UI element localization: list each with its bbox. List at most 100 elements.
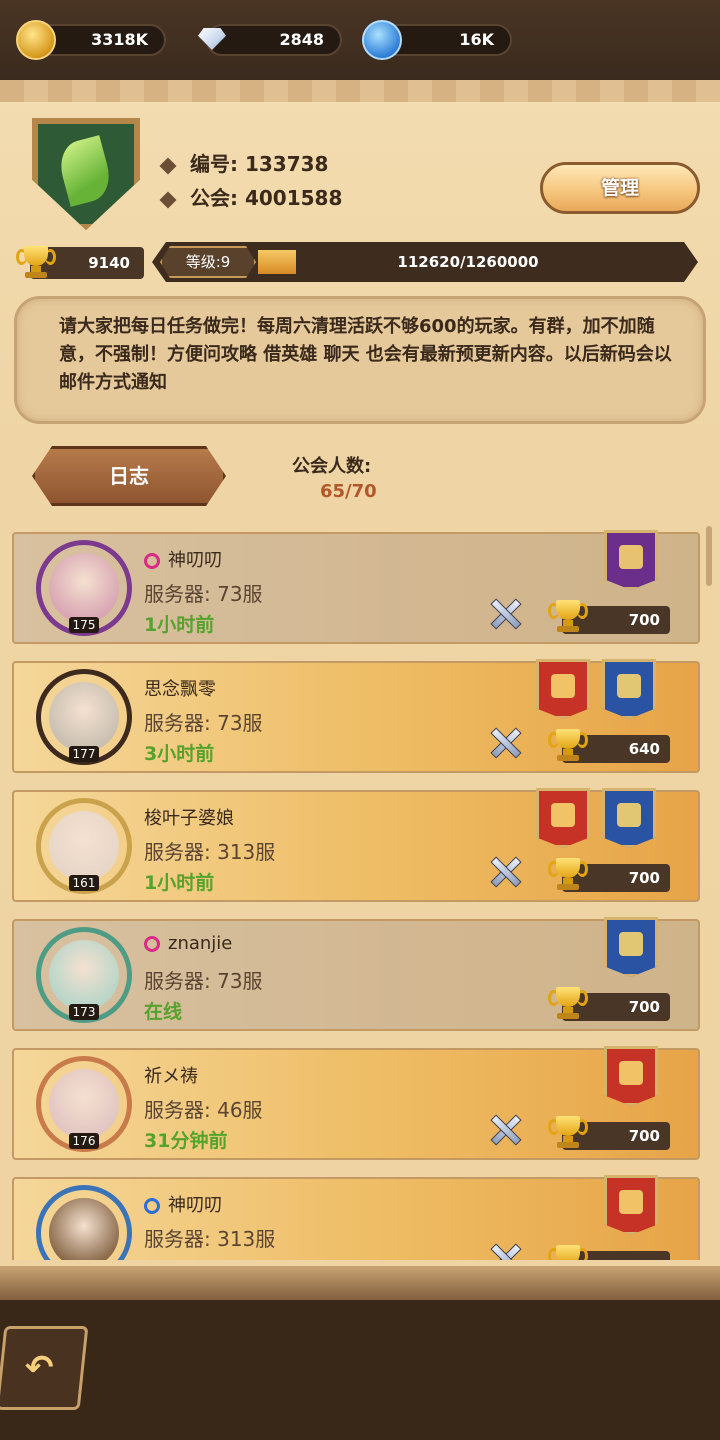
member-avatar[interactable]: 175: [36, 540, 132, 636]
top-resource-bar: 3318K 2848 16K: [0, 0, 720, 80]
member-avatar[interactable]: 161: [36, 798, 132, 894]
guild-level-tag: 等级:9: [160, 246, 256, 278]
trophy-icon: [548, 1116, 588, 1150]
guild-exp-text: 112620/1260000: [397, 253, 539, 271]
member-name: 神叨叨: [168, 1195, 222, 1216]
log-button[interactable]: 日志: [32, 446, 226, 506]
member-level: 177: [69, 746, 99, 762]
red-banner-icon: [604, 1175, 658, 1235]
guild-notice-text: 请大家把每日任务做完！每周六清理活跃不够600的玩家。有群，加不加随意，不强制！…: [59, 316, 672, 393]
member-server: 服务器: 73服: [144, 969, 263, 993]
crossed-swords-icon[interactable]: [488, 854, 522, 888]
manage-button[interactable]: 管理: [540, 162, 700, 214]
bottom-bar: [0, 1300, 720, 1440]
member-name: 梭叶子婆娘: [144, 808, 234, 829]
member-name-line: 神叨叨: [144, 1191, 222, 1217]
crossed-swords-icon[interactable]: [488, 1112, 522, 1146]
bullet-icon: [159, 157, 177, 174]
member-level: 173: [69, 1004, 99, 1020]
member-name-line: 梭叶子婆娘: [144, 804, 234, 830]
member-card[interactable]: 175 神叨叨 服务器: 73服 1小时前 700: [12, 530, 700, 644]
member-name-line: znanjie: [144, 933, 232, 954]
member-server: 服务器: 46服: [144, 1098, 263, 1122]
red-banner-icon: [536, 659, 590, 719]
guild-notice-box[interactable]: 请大家把每日任务做完！每周六清理活跃不够600的玩家。有群，加不加随意，不强制！…: [14, 296, 706, 424]
male-gender-icon: [144, 1198, 160, 1214]
member-list-scrollbar[interactable]: [706, 526, 712, 586]
member-name-line: 祈メ祷: [144, 1062, 198, 1088]
avatar-image: [49, 553, 119, 623]
gold-value: 3318K: [91, 30, 148, 49]
member-name: 思念飘零: [144, 679, 216, 700]
gold-resource[interactable]: 3318K: [16, 20, 166, 60]
member-name: 神叨叨: [168, 550, 222, 571]
avatar-image: [49, 1198, 119, 1260]
crossed-swords-icon[interactable]: [488, 725, 522, 759]
trophy-icon: [548, 1245, 588, 1260]
member-last-online: 31分钟前: [144, 1130, 228, 1152]
back-arrow-icon: ↶: [25, 1348, 54, 1388]
guild-number-line: 公会: 4001588: [159, 182, 343, 211]
member-server: 服务器: 313服: [144, 840, 276, 864]
back-button[interactable]: ↶: [0, 1326, 89, 1410]
member-last-online: 1小时前: [144, 614, 215, 636]
avatar-image: [49, 1069, 119, 1139]
member-card[interactable]: 161 梭叶子婆娘 服务器: 313服 1小时前 700: [12, 788, 700, 902]
leaf-icon: [54, 135, 116, 207]
crossed-swords-icon[interactable]: [488, 1241, 522, 1260]
member-avatar[interactable]: 176: [36, 1056, 132, 1152]
guild-id-line: 编号: 133738: [159, 148, 329, 177]
trophy-icon: [548, 987, 588, 1021]
diamond-value: 2848: [279, 30, 324, 49]
trophy-icon: [548, 600, 588, 634]
member-avatar[interactable]: 173: [36, 927, 132, 1023]
member-server: 服务器: 73服: [144, 711, 263, 735]
member-name-line: 神叨叨: [144, 546, 222, 572]
member-card[interactable]: 177 思念飘零 服务器: 73服 3小时前 640: [12, 659, 700, 773]
member-card[interactable]: 176 祈メ祷 服务器: 46服 31分钟前 700: [12, 1046, 700, 1160]
guild-number: 公会: 4001588: [190, 186, 343, 210]
avatar-image: [49, 940, 119, 1010]
trophy-icon: [548, 858, 588, 892]
crystal-resource[interactable]: 16K: [362, 20, 512, 60]
member-count-label: 公会人数:: [292, 456, 372, 477]
member-server: 服务器: 73服: [144, 582, 263, 606]
blue-banner-icon: [602, 659, 656, 719]
diamond-icon: [192, 20, 232, 60]
member-last-online: 在线: [144, 1001, 183, 1023]
member-name: znanjie: [168, 933, 233, 954]
member-last-online: 1小时前: [144, 872, 215, 894]
bullet-icon: [159, 191, 177, 208]
member-card[interactable]: 神叨叨服务器: 313服: [12, 1175, 700, 1260]
blue-banner-icon: [604, 917, 658, 977]
member-last-online: 3小时前: [144, 743, 215, 765]
member-level: 176: [69, 1133, 99, 1149]
member-card[interactable]: 173 znanjie 服务器: 73服 在线 700: [12, 917, 700, 1031]
bottom-border: [0, 1266, 720, 1302]
member-name-line: 思念飘零: [144, 675, 216, 701]
blue-banner-icon: [602, 788, 656, 848]
diamond-resource[interactable]: 2848: [206, 24, 342, 56]
female-gender-icon: [144, 936, 160, 952]
trophy-icon: [16, 246, 56, 280]
purple-banner-icon: [604, 530, 658, 590]
red-banner-icon: [536, 788, 590, 848]
avatar-image: [49, 682, 119, 752]
red-banner-icon: [604, 1046, 658, 1106]
guild-id: 编号: 133738: [190, 152, 329, 176]
member-server: 服务器: 313服: [144, 1227, 276, 1251]
member-name: 祈メ祷: [144, 1066, 198, 1087]
member-count-value: 65/70: [320, 481, 377, 502]
panel-top-border: [0, 80, 720, 102]
member-level: 161: [69, 875, 99, 891]
trophy-icon: [548, 729, 588, 763]
member-list[interactable]: 175 神叨叨 服务器: 73服 1小时前 700 177 思念飘零 服务器: 73服 3小时前…: [0, 526, 720, 1260]
crystal-icon: [362, 20, 402, 60]
crossed-swords-icon[interactable]: [488, 596, 522, 630]
member-level: 175: [69, 617, 99, 633]
avatar-image: [49, 811, 119, 881]
gold-coin-icon: [16, 20, 56, 60]
member-avatar[interactable]: 177: [36, 669, 132, 765]
member-avatar[interactable]: [36, 1185, 132, 1260]
female-gender-icon: [144, 553, 160, 569]
